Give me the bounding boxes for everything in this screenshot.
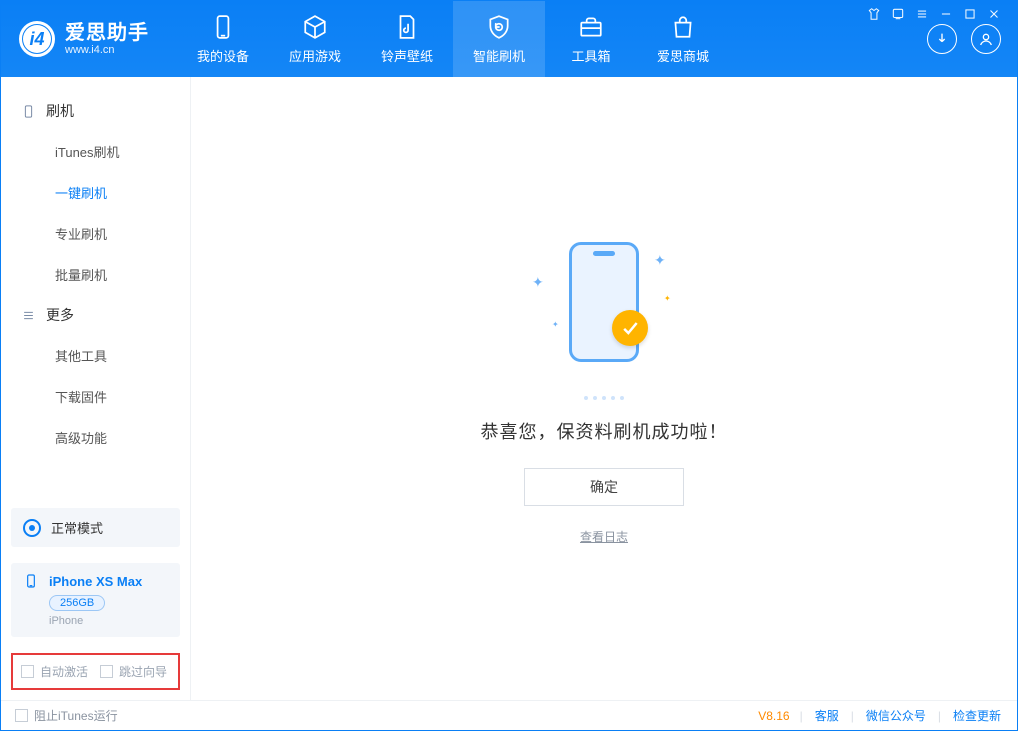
sparkle-icon: ✦	[654, 252, 666, 269]
feedback-icon[interactable]	[891, 7, 905, 21]
tab-label: 智能刷机	[473, 46, 525, 65]
account-button[interactable]	[971, 24, 1001, 54]
checkbox-label: 跳过向导	[119, 663, 167, 680]
close-icon[interactable]	[987, 7, 1001, 21]
ok-button[interactable]: 确定	[524, 468, 684, 506]
mode-card[interactable]: 正常模式	[11, 508, 180, 547]
success-message: 恭喜您，保资料刷机成功啦！	[481, 418, 728, 444]
sidebar-item-pro-flash[interactable]: 专业刷机	[1, 213, 190, 254]
tab-label: 爱思商城	[657, 46, 709, 65]
sidebar-item-itunes-flash[interactable]: iTunes刷机	[1, 131, 190, 172]
list-icon	[21, 308, 36, 323]
logo[interactable]: i4 爱思助手 www.i4.cn	[1, 1, 169, 77]
bag-icon	[670, 14, 696, 40]
top-tabs: 我的设备 应用游戏 铃声壁纸 智能刷机 工具箱 爱思商城	[177, 1, 729, 77]
checkbox-icon	[15, 709, 28, 722]
tab-apps[interactable]: 应用游戏	[269, 1, 361, 77]
logo-icon: i4	[19, 21, 55, 57]
group-title: 更多	[46, 305, 74, 325]
sidebar-item-download-fw[interactable]: 下载固件	[1, 376, 190, 417]
version-label: V8.16	[758, 709, 789, 723]
tab-toolbox[interactable]: 工具箱	[545, 1, 637, 77]
menu-icon[interactable]	[915, 7, 929, 21]
sidebar-item-other-tools[interactable]: 其他工具	[1, 335, 190, 376]
device-card[interactable]: iPhone XS Max 256GB iPhone	[11, 563, 180, 637]
sparkle-icon: ✦	[664, 294, 671, 303]
tab-label: 工具箱	[571, 46, 610, 65]
sparkle-icon: ✦	[552, 320, 559, 329]
checkbox-label: 自动激活	[40, 663, 88, 680]
phone-outline-icon	[23, 573, 39, 589]
view-log-link[interactable]: 查看日志	[580, 528, 628, 545]
footer: 阻止iTunes运行 V8.16 | 客服 | 微信公众号 | 检查更新	[1, 700, 1017, 730]
app-title: 爱思助手	[65, 22, 149, 44]
mode-label: 正常模式	[51, 518, 103, 537]
footer-link-wechat[interactable]: 微信公众号	[864, 707, 928, 724]
device-name: iPhone XS Max	[49, 574, 142, 589]
sparkle-icon: ✦	[532, 274, 544, 291]
tab-flash[interactable]: 智能刷机	[453, 1, 545, 77]
group-title: 刷机	[46, 101, 74, 121]
checkbox-block-itunes[interactable]: 阻止iTunes运行	[15, 707, 118, 724]
app-site: www.i4.cn	[65, 44, 149, 56]
tab-label: 应用游戏	[289, 46, 341, 65]
sidebar-item-batch-flash[interactable]: 批量刷机	[1, 254, 190, 295]
minimize-icon[interactable]	[939, 7, 953, 21]
success-illustration: ✦ ✦ ✦ ✦	[514, 232, 694, 372]
shield-refresh-icon	[486, 14, 512, 40]
checkbox-auto-activate[interactable]: 自动激活	[21, 663, 88, 680]
tab-label: 铃声壁纸	[381, 46, 433, 65]
footer-link-support[interactable]: 客服	[813, 707, 841, 724]
checkbox-skip-guide[interactable]: 跳过向导	[100, 663, 167, 680]
mode-indicator-icon	[23, 519, 41, 537]
tab-my-device[interactable]: 我的设备	[177, 1, 269, 77]
header: i4 爱思助手 www.i4.cn 我的设备 应用游戏 铃声壁纸 智能刷机 工具…	[1, 1, 1017, 77]
tab-ringtone[interactable]: 铃声壁纸	[361, 1, 453, 77]
shirt-icon[interactable]	[867, 7, 881, 21]
checkbox-icon	[100, 665, 113, 678]
phone-icon	[210, 14, 236, 40]
tab-label: 我的设备	[197, 46, 249, 65]
tab-store[interactable]: 爱思商城	[637, 1, 729, 77]
toolbox-icon	[578, 14, 604, 40]
checkbox-icon	[21, 665, 34, 678]
storage-badge: 256GB	[49, 595, 105, 611]
device-type: iPhone	[49, 615, 168, 627]
sidebar: 刷机 iTunes刷机 一键刷机 专业刷机 批量刷机 更多 其他工具 下载固件 …	[1, 77, 191, 700]
sidebar-item-onekey-flash[interactable]: 一键刷机	[1, 172, 190, 213]
download-button[interactable]	[927, 24, 957, 54]
sidebar-item-advanced[interactable]: 高级功能	[1, 417, 190, 458]
checkbox-label: 阻止iTunes运行	[34, 707, 118, 724]
cube-icon	[302, 14, 328, 40]
device-icon	[21, 104, 36, 119]
footer-link-update[interactable]: 检查更新	[951, 707, 1003, 724]
group-flash[interactable]: 刷机	[1, 91, 190, 131]
group-more[interactable]: 更多	[1, 295, 190, 335]
main-content: ✦ ✦ ✦ ✦ 恭喜您，保资料刷机成功啦！ 确定 查看日志	[191, 77, 1017, 700]
music-file-icon	[394, 14, 420, 40]
check-badge-icon	[612, 310, 648, 346]
decorative-dots	[584, 396, 624, 400]
options-box: 自动激活 跳过向导	[11, 653, 180, 690]
maximize-icon[interactable]	[963, 7, 977, 21]
